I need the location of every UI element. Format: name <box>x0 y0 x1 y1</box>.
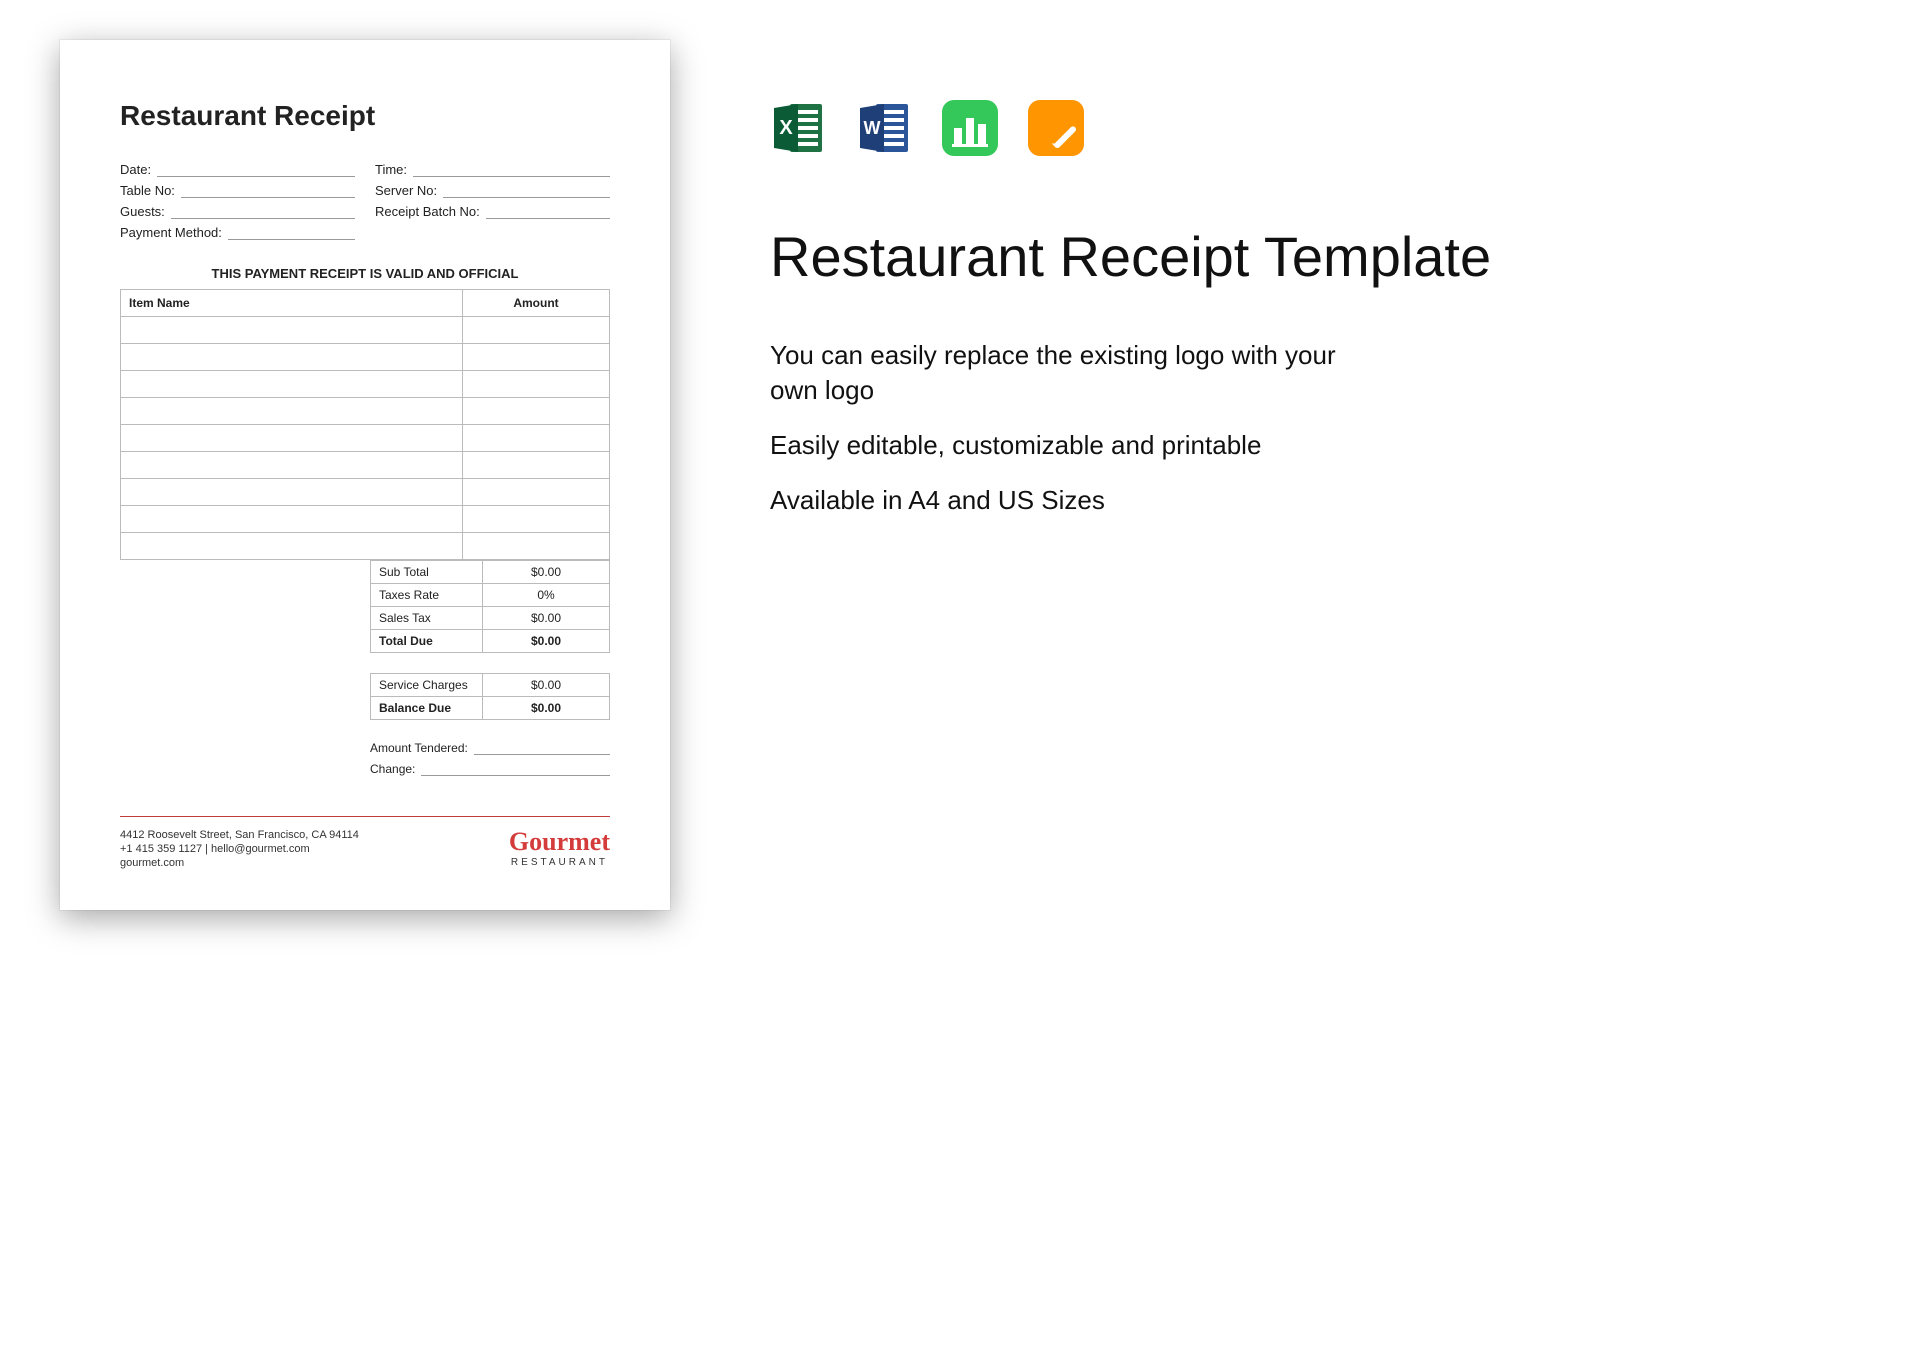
balance-value: $0.00 <box>483 697 610 720</box>
tendered-label: Amount Tendered: <box>370 741 468 755</box>
receipt-meta: Date: Table No: Guests: Payment Method: … <box>120 162 610 246</box>
balance-label: Balance Due <box>371 697 483 720</box>
table-row <box>121 425 610 452</box>
pages-icon <box>1028 100 1084 156</box>
field-date-line <box>157 162 355 177</box>
logo-name: Gourmet <box>509 829 610 855</box>
format-icons: X W <box>770 100 1860 156</box>
svg-text:W: W <box>864 118 881 138</box>
balance-table: Service Charges$0.00 Balance Due$0.00 <box>370 673 610 720</box>
page: Restaurant Receipt Date: Table No: Guest… <box>0 0 1920 1348</box>
table-row <box>121 344 610 371</box>
change-line <box>421 761 610 776</box>
field-server-line <box>443 183 610 198</box>
tendered-block: Amount Tendered: Change: <box>370 740 610 776</box>
totaldue-label: Total Due <box>371 630 483 653</box>
side-panel: X W Restaurant Receipt Template You can … <box>770 40 1860 1308</box>
field-time-line <box>413 162 610 177</box>
excel-icon: X <box>770 100 826 156</box>
svg-text:X: X <box>779 117 793 139</box>
feature-list: You can easily replace the existing logo… <box>770 338 1860 518</box>
table-row <box>121 479 610 506</box>
field-date-label: Date: <box>120 162 151 177</box>
numbers-icon <box>942 100 998 156</box>
taxrate-label: Taxes Rate <box>371 584 483 607</box>
valid-notice: THIS PAYMENT RECEIPT IS VALID AND OFFICI… <box>120 266 610 281</box>
field-guests-label: Guests: <box>120 204 165 219</box>
footer-rule <box>120 816 610 817</box>
receipt-preview: Restaurant Receipt Date: Table No: Guest… <box>60 40 670 910</box>
feature-item: Easily editable, customizable and printa… <box>770 428 1390 463</box>
footer-logo: Gourmet RESTAURANT <box>509 829 610 868</box>
service-label: Service Charges <box>371 674 483 697</box>
footer-contact: +1 415 359 1127 | hello@gourmet.com <box>120 843 359 855</box>
table-row <box>121 506 610 533</box>
subtotal-label: Sub Total <box>371 561 483 584</box>
salestax-value: $0.00 <box>483 607 610 630</box>
footer-address: 4412 Roosevelt Street, San Francisco, CA… <box>120 829 359 841</box>
field-payment-line <box>228 225 355 240</box>
field-batch-line <box>486 204 610 219</box>
col-item-name: Item Name <box>121 290 463 317</box>
change-label: Change: <box>370 762 415 776</box>
field-table-label: Table No: <box>120 183 175 198</box>
feature-item: Available in A4 and US Sizes <box>770 483 1390 518</box>
totals-table: Sub Total$0.00 Taxes Rate0% Sales Tax$0.… <box>370 560 610 653</box>
table-row <box>121 371 610 398</box>
field-server-label: Server No: <box>375 183 437 198</box>
field-guests-line <box>171 204 355 219</box>
field-time-label: Time: <box>375 162 407 177</box>
field-table-line <box>181 183 355 198</box>
totaldue-value: $0.00 <box>483 630 610 653</box>
feature-item: You can easily replace the existing logo… <box>770 338 1390 408</box>
template-title: Restaurant Receipt Template <box>770 226 1860 288</box>
salestax-label: Sales Tax <box>371 607 483 630</box>
table-row <box>121 317 610 344</box>
table-row <box>121 452 610 479</box>
footer-site: gourmet.com <box>120 857 359 869</box>
table-row <box>121 398 610 425</box>
receipt-title: Restaurant Receipt <box>120 100 610 132</box>
field-batch-label: Receipt Batch No: <box>375 204 480 219</box>
taxrate-value: 0% <box>483 584 610 607</box>
tendered-line <box>474 740 610 755</box>
service-value: $0.00 <box>483 674 610 697</box>
col-amount: Amount <box>463 290 610 317</box>
field-payment-label: Payment Method: <box>120 225 222 240</box>
logo-sub: RESTAURANT <box>509 857 610 868</box>
table-row <box>121 533 610 560</box>
word-icon: W <box>856 100 912 156</box>
receipt-footer: 4412 Roosevelt Street, San Francisco, CA… <box>120 829 610 871</box>
items-table: Item Name Amount <box>120 289 610 560</box>
subtotal-value: $0.00 <box>483 561 610 584</box>
